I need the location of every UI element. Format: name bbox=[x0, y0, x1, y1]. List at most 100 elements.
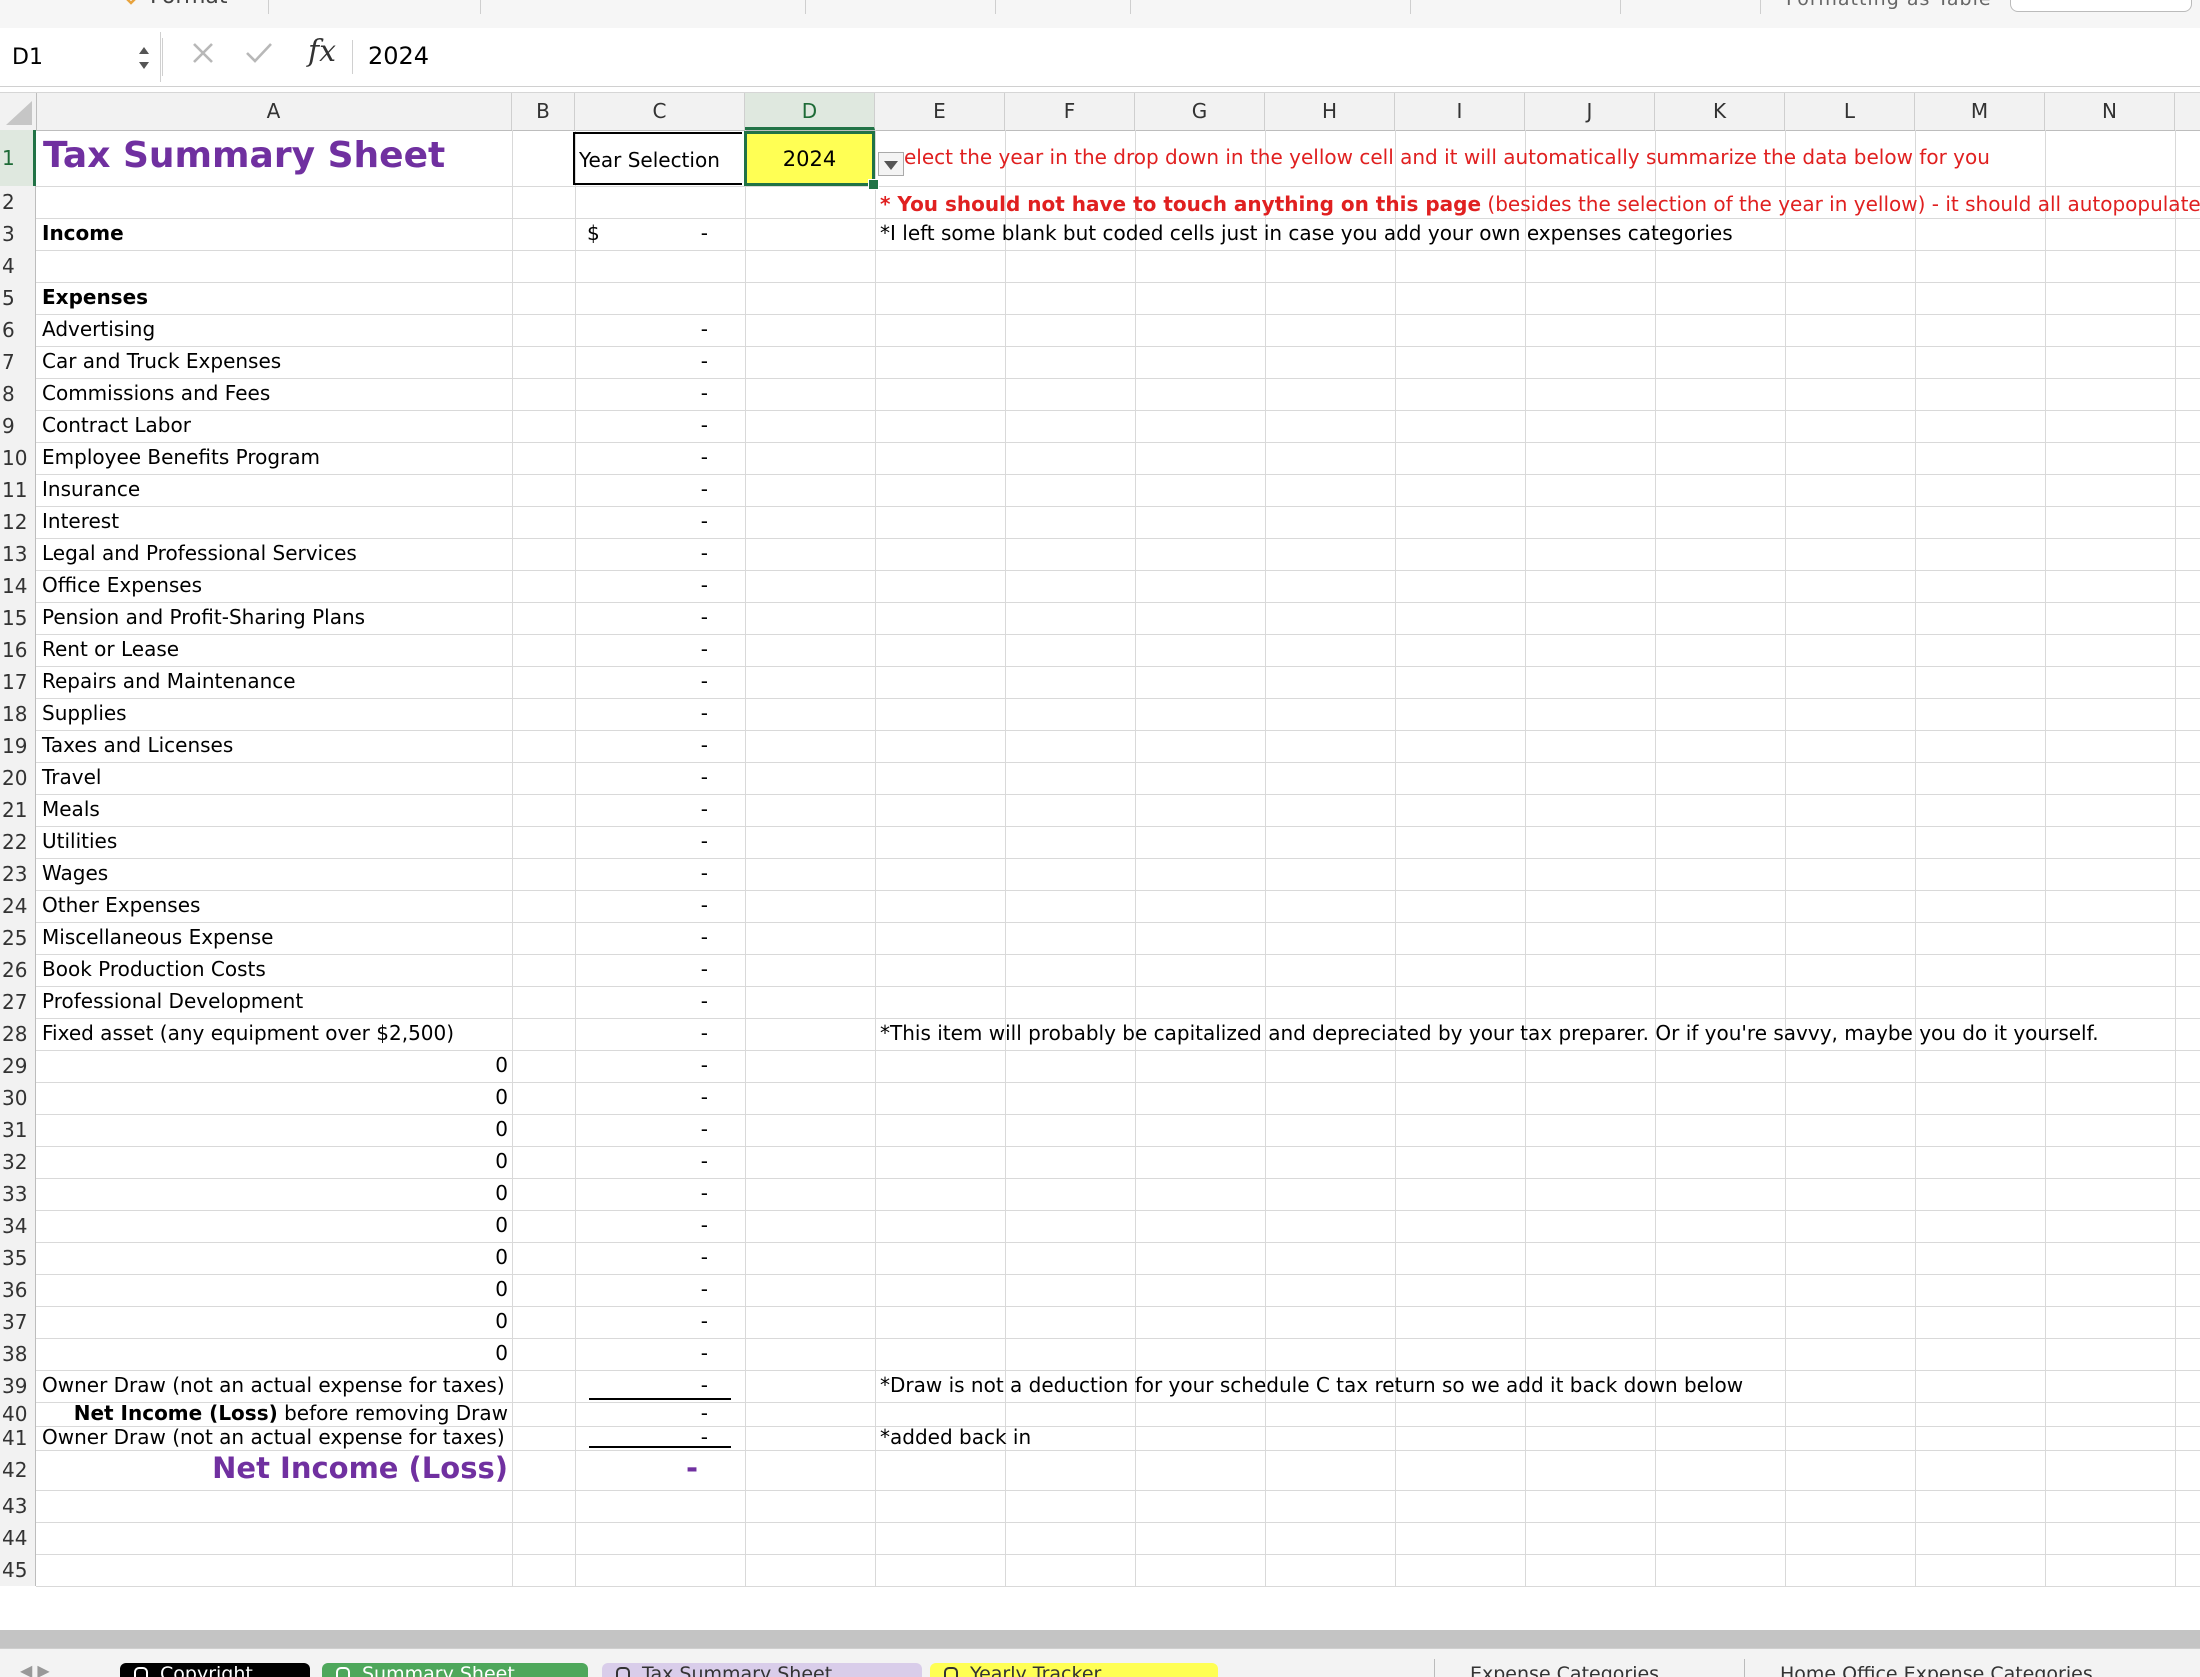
cancel-icon[interactable] bbox=[190, 40, 216, 66]
net-income-value[interactable]: - bbox=[686, 1454, 698, 1483]
row-header-45[interactable]: 45 bbox=[0, 1554, 36, 1586]
horizontal-scrollbar[interactable] bbox=[0, 1630, 2200, 1648]
row-header-43[interactable]: 43 bbox=[0, 1490, 36, 1522]
expense-value[interactable]: - bbox=[701, 319, 708, 339]
column-header-c[interactable]: C bbox=[575, 93, 745, 130]
row-header-11[interactable]: 11 bbox=[0, 474, 36, 506]
expense-value[interactable]: - bbox=[701, 639, 708, 659]
column-header-k[interactable]: K bbox=[1655, 93, 1785, 130]
sheet-tab[interactable]: Copyright bbox=[120, 1663, 310, 1677]
row-header-38[interactable]: 38 bbox=[0, 1338, 36, 1370]
blank-category-value[interactable]: - bbox=[701, 1343, 708, 1363]
row-header-24[interactable]: 24 bbox=[0, 890, 36, 922]
blank-category-label[interactable]: 0 bbox=[495, 1087, 508, 1107]
row-header-17[interactable]: 17 bbox=[0, 666, 36, 698]
row-header-4[interactable]: 4 bbox=[0, 250, 36, 282]
row-header-28[interactable]: 28 bbox=[0, 1018, 36, 1050]
column-header-m[interactable]: M bbox=[1915, 93, 2045, 130]
row-header-25[interactable]: 25 bbox=[0, 922, 36, 954]
expense-value[interactable]: - bbox=[701, 703, 708, 723]
sheet-tab[interactable]: Summary Sheet bbox=[322, 1663, 588, 1677]
select-all-corner[interactable] bbox=[0, 93, 37, 130]
row-header-34[interactable]: 34 bbox=[0, 1210, 36, 1242]
expense-value[interactable]: - bbox=[701, 959, 708, 979]
row-header-2[interactable]: 2 bbox=[0, 186, 36, 218]
column-header-g[interactable]: G bbox=[1135, 93, 1265, 130]
row-header-18[interactable]: 18 bbox=[0, 698, 36, 730]
expense-value[interactable]: - bbox=[701, 543, 708, 563]
expense-value[interactable]: - bbox=[701, 511, 708, 531]
row-header-3[interactable]: 3 bbox=[0, 218, 36, 250]
row-header-35[interactable]: 35 bbox=[0, 1242, 36, 1274]
format-as-table-button[interactable]: Formatting as Table bbox=[1786, 0, 1992, 10]
row-header-27[interactable]: 27 bbox=[0, 986, 36, 1018]
row-header-29[interactable]: 29 bbox=[0, 1050, 36, 1082]
row-header-15[interactable]: 15 bbox=[0, 602, 36, 634]
blank-category-label[interactable]: 0 bbox=[495, 1343, 508, 1363]
row-header-13[interactable]: 13 bbox=[0, 538, 36, 570]
row-header-39[interactable]: 39 bbox=[0, 1370, 36, 1402]
net-before-draw-value[interactable]: - bbox=[701, 1403, 708, 1423]
row-header-21[interactable]: 21 bbox=[0, 794, 36, 826]
blank-category-label[interactable]: 0 bbox=[495, 1311, 508, 1331]
blank-category-label[interactable]: 0 bbox=[495, 1151, 508, 1171]
owner-draw-addback-value[interactable]: - bbox=[701, 1427, 708, 1447]
format-painter-icon[interactable] bbox=[120, 0, 142, 6]
row-header-1[interactable]: 1 bbox=[0, 130, 36, 186]
row-header-16[interactable]: 16 bbox=[0, 634, 36, 666]
blank-category-value[interactable]: - bbox=[701, 1055, 708, 1075]
row-header-41[interactable]: 41 bbox=[0, 1426, 36, 1450]
blank-category-label[interactable]: 0 bbox=[495, 1215, 508, 1235]
income-value[interactable]: - bbox=[701, 223, 708, 243]
blank-category-value[interactable]: - bbox=[701, 1087, 708, 1107]
name-box-stepper-icon[interactable] bbox=[136, 40, 152, 76]
row-header-23[interactable]: 23 bbox=[0, 858, 36, 890]
worksheet-grid[interactable]: 1 2 3 4 5 6 7 8 9 10 11 12 13 14 15 16 17 18 19 20 21 22 23 24 2… bbox=[0, 130, 2200, 1630]
sheet-tab[interactable]: Home Office Expense Categories bbox=[1780, 1663, 2093, 1677]
year-selection-cell[interactable]: Year Selection bbox=[573, 132, 742, 185]
blank-category-value[interactable]: - bbox=[701, 1183, 708, 1203]
owner-draw-value[interactable]: - bbox=[701, 1375, 708, 1395]
expense-value[interactable]: - bbox=[701, 831, 708, 851]
row-header-10[interactable]: 10 bbox=[0, 442, 36, 474]
column-header-d[interactable]: D bbox=[745, 93, 875, 130]
expense-value[interactable]: - bbox=[701, 415, 708, 435]
blank-category-label[interactable]: 0 bbox=[495, 1279, 508, 1299]
row-header-22[interactable]: 22 bbox=[0, 826, 36, 858]
blank-category-value[interactable]: - bbox=[701, 1215, 708, 1235]
row-header-19[interactable]: 19 bbox=[0, 730, 36, 762]
enter-check-icon[interactable] bbox=[244, 40, 274, 66]
row-header-33[interactable]: 33 bbox=[0, 1178, 36, 1210]
expense-value[interactable]: - bbox=[701, 863, 708, 883]
expense-value[interactable]: - bbox=[701, 895, 708, 915]
row-header-31[interactable]: 31 bbox=[0, 1114, 36, 1146]
sheet-nav-arrows-icon[interactable]: ◀ ▶ bbox=[20, 1661, 50, 1677]
expense-value[interactable]: - bbox=[701, 767, 708, 787]
row-header-20[interactable]: 20 bbox=[0, 762, 36, 794]
blank-category-value[interactable]: - bbox=[701, 1151, 708, 1171]
expense-value[interactable]: - bbox=[701, 447, 708, 467]
column-header-b[interactable]: B bbox=[512, 93, 575, 130]
column-header-l[interactable]: L bbox=[1785, 93, 1915, 130]
blank-category-value[interactable]: - bbox=[701, 1119, 708, 1139]
name-box[interactable]: D1 bbox=[0, 32, 161, 82]
column-header-e[interactable]: E bbox=[875, 93, 1005, 130]
column-header-i[interactable]: I bbox=[1395, 93, 1525, 130]
blank-category-label[interactable]: 0 bbox=[495, 1119, 508, 1139]
row-header-9[interactable]: 9 bbox=[0, 410, 36, 442]
blank-category-value[interactable]: - bbox=[701, 1247, 708, 1267]
blank-category-value[interactable]: - bbox=[701, 1279, 708, 1299]
expense-value[interactable]: - bbox=[701, 927, 708, 947]
row-header-42[interactable]: 42 bbox=[0, 1450, 36, 1490]
formula-input[interactable]: 2024 bbox=[368, 42, 429, 70]
row-header-8[interactable]: 8 bbox=[0, 378, 36, 410]
row-header-32[interactable]: 32 bbox=[0, 1146, 36, 1178]
row-header-5[interactable]: 5 bbox=[0, 282, 36, 314]
row-header-40[interactable]: 40 bbox=[0, 1402, 36, 1426]
row-header-7[interactable]: 7 bbox=[0, 346, 36, 378]
expense-value[interactable]: - bbox=[701, 479, 708, 499]
blank-category-label[interactable]: 0 bbox=[495, 1055, 508, 1075]
blank-category-label[interactable]: 0 bbox=[495, 1247, 508, 1267]
blank-category-value[interactable]: - bbox=[701, 1311, 708, 1331]
row-header-44[interactable]: 44 bbox=[0, 1522, 36, 1554]
